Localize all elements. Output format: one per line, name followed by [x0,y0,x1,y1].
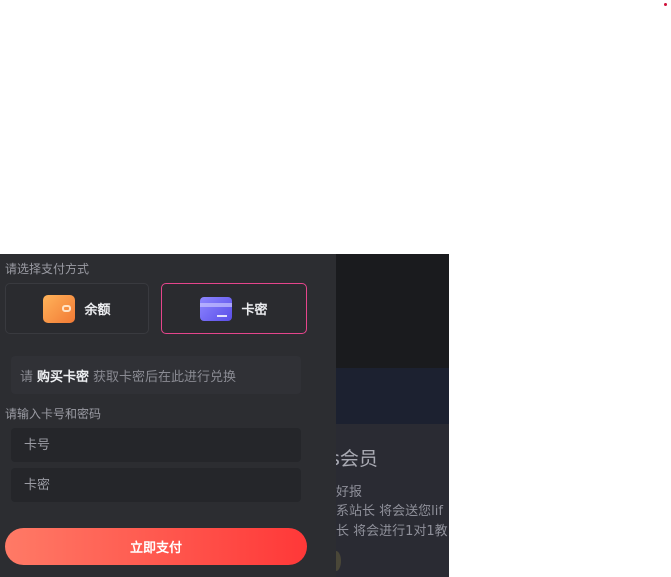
card-notice: 请 购买卡密 获取卡密后在此进行兑换 [11,356,301,394]
payment-method-balance-label: 余额 [84,303,111,318]
corner-dot [664,3,667,6]
buy-card-link[interactable]: 购买卡密 [37,366,89,385]
notice-prefix: 请 [20,369,34,385]
background-line-3: 长 将会进行1对1教 [336,524,448,539]
credit-card-icon [200,296,233,321]
card-input-label: 请输入卡号和密码 [5,407,102,421]
payment-method-balance[interactable]: 余额 [5,283,149,334]
background-line-1: 好报 [336,485,363,500]
payment-method-card-label: 卡密 [241,303,268,318]
payment-method-card[interactable]: 卡密 [161,283,307,334]
card-number-input[interactable] [11,428,301,462]
notice-suffix: 获取卡密后在此进行兑换 [93,369,237,385]
background-line-2: 系站长 将会送您lif [336,504,443,519]
payment-method-label: 请选择支付方式 [5,262,90,276]
background-title: s会员 [330,448,378,470]
pay-now-button[interactable]: 立即支付 [5,528,307,565]
wallet-icon [43,294,76,323]
card-password-input[interactable] [11,468,301,502]
payment-panel: 请选择支付方式 余额 卡密 请 购买卡密 获取卡密后在此进行兑换 请输入卡号和密… [0,254,336,577]
